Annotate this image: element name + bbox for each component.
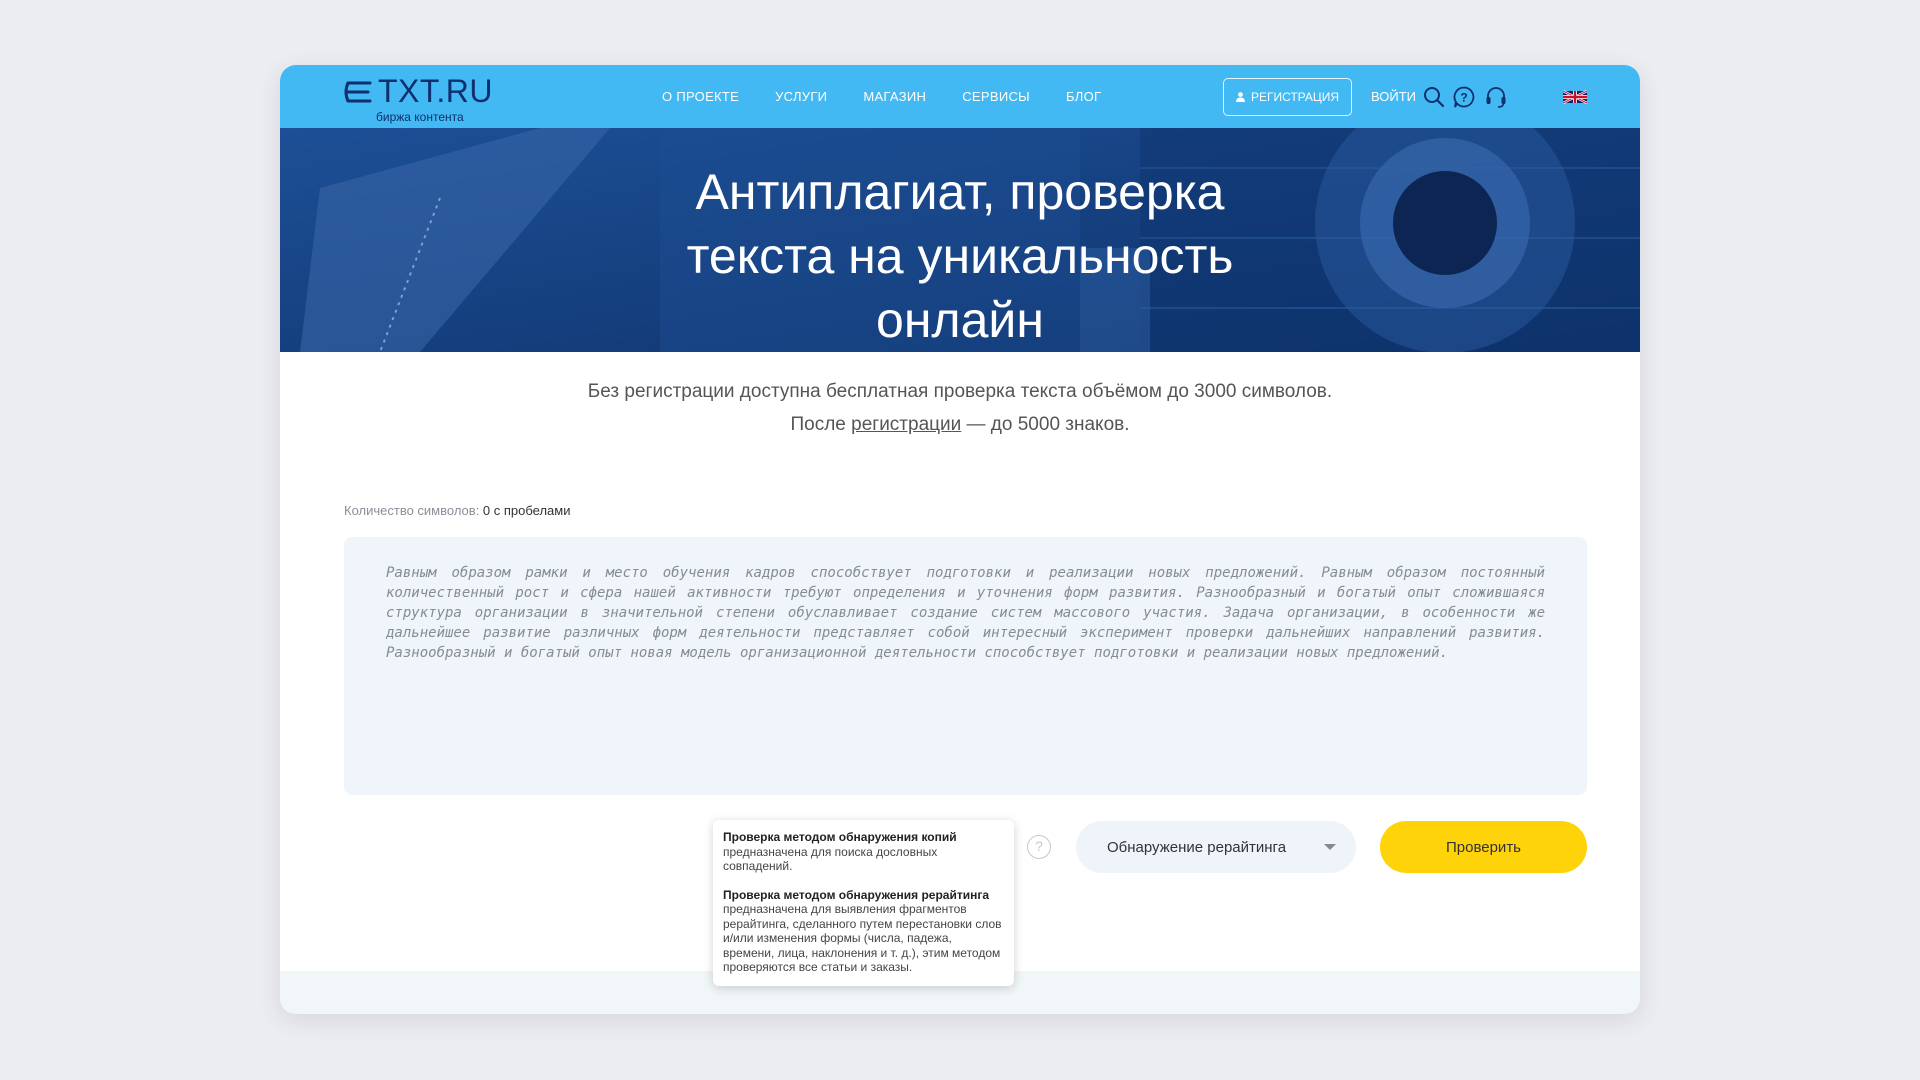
logo-mark-icon bbox=[344, 81, 372, 103]
nav-shop[interactable]: МАГАЗИН bbox=[863, 89, 926, 104]
support-headset-icon[interactable] bbox=[1484, 85, 1508, 109]
check-button[interactable]: Проверить bbox=[1380, 821, 1587, 873]
logo-text: TXT.RU bbox=[378, 73, 493, 109]
user-icon bbox=[1235, 92, 1245, 102]
nav-services[interactable]: УСЛУГИ bbox=[775, 89, 827, 104]
tooltip-rewrite-title: Проверка методом обнаружения рерайтинга bbox=[723, 887, 990, 902]
hero-banner: Антиплагиат, проверка текста на уникальн… bbox=[280, 128, 1640, 352]
register-button[interactable]: РЕГИСТРАЦИЯ bbox=[1223, 78, 1352, 116]
chevron-down-icon bbox=[1324, 844, 1336, 850]
intro-text: Без регистрации доступна бесплатная пров… bbox=[280, 375, 1640, 441]
tooltip-rewrite-text: предназначена для выявления фрагментов р… bbox=[723, 902, 1002, 974]
intro-prefix: После bbox=[790, 414, 852, 435]
nav-about[interactable]: О ПРОЕКТЕ bbox=[662, 89, 739, 104]
method-select[interactable]: Обнаружение рерайтинга bbox=[1076, 821, 1356, 873]
text-input-area[interactable]: Равным образом рамки и место обучения ка… bbox=[344, 537, 1587, 795]
svg-text:?: ? bbox=[1460, 91, 1467, 105]
tooltip-copy-text: предназначена для поиска дословных совпа… bbox=[723, 844, 938, 874]
char-counter-value: 0 с пробелами bbox=[482, 503, 571, 518]
nav-tools[interactable]: СЕРВИСЫ bbox=[962, 89, 1030, 104]
uk-flag-icon[interactable] bbox=[1563, 89, 1587, 105]
title-line-3: онлайн bbox=[876, 292, 1044, 348]
tooltip-copy-method: Проверка методом обнаружения копий предн… bbox=[723, 830, 1004, 874]
site-header: TXT.RU биржа контента О ПРОЕКТЕ УСЛУГИ М… bbox=[280, 65, 1640, 128]
char-counter-label: Количество символов: bbox=[344, 503, 483, 518]
question-icon[interactable]: ? bbox=[1027, 835, 1051, 859]
title-line-1: Антиплагиат, проверка bbox=[695, 164, 1225, 220]
registration-link[interactable]: регистрации bbox=[851, 414, 961, 435]
page-title: Антиплагиат, проверка текста на уникальн… bbox=[560, 160, 1360, 352]
search-icon[interactable] bbox=[1422, 85, 1446, 109]
nav-blog[interactable]: БЛОГ bbox=[1066, 89, 1101, 104]
char-counter: Количество символов: 0 с пробелами bbox=[344, 503, 571, 518]
title-line-2: текста на уникальность bbox=[686, 228, 1234, 284]
logo-subtitle: биржа контента bbox=[376, 110, 464, 124]
login-link[interactable]: ВОЙТИ bbox=[1371, 65, 1416, 128]
intro-line-2: После регистрации — до 5000 знаков. bbox=[280, 408, 1640, 441]
method-tooltip: Проверка методом обнаружения копий предн… bbox=[713, 820, 1014, 986]
main-nav: О ПРОЕКТЕ УСЛУГИ МАГАЗИН СЕРВИСЫ БЛОГ bbox=[662, 65, 1137, 128]
browser-window: TXT.RU биржа контента О ПРОЕКТЕ УСЛУГИ М… bbox=[280, 65, 1640, 1014]
tooltip-copy-title: Проверка методом обнаружения копий bbox=[723, 830, 957, 844]
method-select-value: Обнаружение рерайтинга bbox=[1107, 838, 1287, 856]
intro-line-1: Без регистрации доступна бесплатная пров… bbox=[587, 381, 1333, 402]
register-label: РЕГИСТРАЦИЯ bbox=[1250, 90, 1340, 104]
help-bubble-icon[interactable]: ? bbox=[1452, 85, 1476, 109]
intro-suffix: — до 5000 знаков. bbox=[961, 414, 1130, 435]
tooltip-rewrite-method: Проверка методом обнаружения рерайтинга … bbox=[723, 888, 1004, 975]
